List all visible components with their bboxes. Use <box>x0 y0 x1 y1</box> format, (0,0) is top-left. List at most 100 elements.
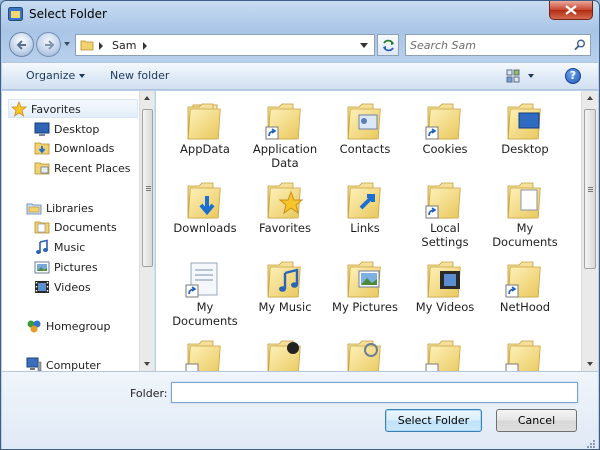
downloads-icon <box>34 142 50 155</box>
pictures-folder-icon <box>347 261 381 298</box>
nav-pane-scrollbar[interactable] <box>139 91 154 371</box>
folder-icon <box>185 340 221 371</box>
folder-item[interactable]: Local Settings <box>406 170 484 249</box>
refresh-button[interactable] <box>377 34 399 56</box>
libraries-icon <box>26 203 42 215</box>
nav-label: Documents <box>54 221 117 234</box>
view-options-dropdown-icon[interactable] <box>528 74 534 78</box>
search-box[interactable] <box>405 34 591 56</box>
address-row: Sam <box>1 29 599 61</box>
scroll-down-icon[interactable] <box>144 362 150 366</box>
nav-label: Favorites <box>31 103 81 116</box>
breadcrumb-sam[interactable]: Sam <box>112 39 136 52</box>
folder-item[interactable]: My Videos <box>406 249 484 327</box>
close-button[interactable] <box>549 1 593 20</box>
folder-label: Links <box>350 221 380 235</box>
pictures-icon <box>34 261 50 274</box>
nav-label: Recent Places <box>54 162 131 175</box>
search-icon[interactable] <box>574 39 586 51</box>
folder-icon <box>425 340 461 371</box>
window-title: Select Folder <box>29 7 107 21</box>
new-folder-button[interactable]: New folder <box>110 69 169 82</box>
folder-item-partial[interactable] <box>406 328 484 371</box>
folder-item[interactable]: Cookies <box>406 91 484 169</box>
desktop-icon <box>34 122 50 136</box>
scroll-thumb[interactable] <box>142 109 153 267</box>
navigation-pane: Favorites Desktop Downloads Recent Place… <box>2 91 155 371</box>
content-scrollbar[interactable] <box>581 91 598 371</box>
folder-item[interactable]: Application Data <box>246 91 324 170</box>
nav-label: Homegroup <box>46 320 111 333</box>
folder-item-partial[interactable] <box>246 328 324 371</box>
computer-icon <box>26 357 42 371</box>
folder-label: Local Settings <box>421 221 469 249</box>
folder-label: Favorites <box>259 221 311 235</box>
help-button[interactable]: ? <box>565 68 581 84</box>
folder-item[interactable]: Desktop <box>486 91 564 169</box>
videos-folder-icon <box>427 261 461 298</box>
folder-input[interactable] <box>171 382 578 403</box>
folder-label: My Music <box>258 300 312 314</box>
folder-shortcut-icon <box>505 261 541 298</box>
nav-label: Libraries <box>46 202 94 215</box>
folder-item[interactable]: My Pictures <box>326 249 404 327</box>
scroll-thumb[interactable] <box>584 109 596 269</box>
title-bar[interactable]: Select Folder <box>1 1 599 27</box>
folder-shortcut-icon <box>265 103 301 140</box>
grip-line <box>146 190 151 191</box>
music-folder-icon <box>267 261 301 298</box>
nav-label: Videos <box>54 281 91 294</box>
desktop-folder-icon <box>507 103 541 140</box>
folder-item[interactable]: AppData <box>166 91 244 169</box>
folder-item[interactable]: My Documents <box>166 249 244 328</box>
scroll-up-icon[interactable] <box>144 96 150 100</box>
chevron-right-icon[interactable] <box>142 42 148 50</box>
scroll-up-icon[interactable] <box>587 96 593 100</box>
forward-button[interactable] <box>36 32 61 57</box>
folder-app-icon <box>8 7 23 21</box>
folder-icon <box>80 40 94 51</box>
folder-item[interactable]: Contacts <box>326 91 404 169</box>
dialog-footer: Folder: Select Folder Cancel <box>2 371 598 449</box>
organize-button[interactable]: Organize <box>26 69 86 82</box>
folder-item[interactable]: Downloads <box>166 170 244 248</box>
documents-shortcut-icon <box>185 262 218 298</box>
folder-label: My Documents <box>492 221 558 249</box>
chevron-right-icon[interactable] <box>98 42 104 50</box>
folder-item[interactable]: Favorites <box>246 170 324 248</box>
folder-shortcut-icon <box>425 182 461 219</box>
homegroup-icon <box>27 320 41 333</box>
arrow-right-icon <box>45 40 55 50</box>
cancel-button[interactable]: Cancel <box>496 409 577 432</box>
command-bar: Organize New folder ? <box>2 62 598 90</box>
folder-label: Contacts <box>339 142 391 156</box>
folder-item[interactable]: My Documents <box>486 170 564 249</box>
select-folder-button[interactable]: Select Folder <box>385 409 482 432</box>
folder-item-partial[interactable] <box>486 328 564 371</box>
folder-icon <box>347 340 381 371</box>
recent-pages-dropdown-icon[interactable] <box>63 40 71 48</box>
resize-grip-icon[interactable] <box>586 439 596 449</box>
folder-item-partial[interactable] <box>166 328 244 371</box>
folder-item[interactable]: Links <box>326 170 404 248</box>
address-dropdown-icon[interactable] <box>360 43 368 49</box>
folder-shortcut-icon <box>425 103 461 140</box>
nav-label: Music <box>54 241 86 254</box>
folder-label: Cookies <box>422 142 468 156</box>
change-view-icon[interactable] <box>506 69 520 83</box>
contacts-folder-icon <box>347 103 381 140</box>
nav-label: Downloads <box>54 142 115 155</box>
search-input[interactable] <box>410 38 568 53</box>
scroll-down-icon[interactable] <box>587 362 593 366</box>
address-bar[interactable]: Sam <box>75 34 375 56</box>
videos-icon <box>35 281 49 293</box>
back-button[interactable] <box>9 32 34 57</box>
folder-item[interactable]: My Music <box>246 249 324 327</box>
links-folder-icon <box>347 182 381 219</box>
star-icon <box>11 101 27 117</box>
recent-places-icon <box>34 162 50 175</box>
folder-icon <box>267 340 301 371</box>
nav-item-favorites[interactable]: Favorites <box>8 99 138 118</box>
folder-item[interactable]: NetHood <box>486 249 564 327</box>
folder-item-partial[interactable] <box>326 328 404 371</box>
